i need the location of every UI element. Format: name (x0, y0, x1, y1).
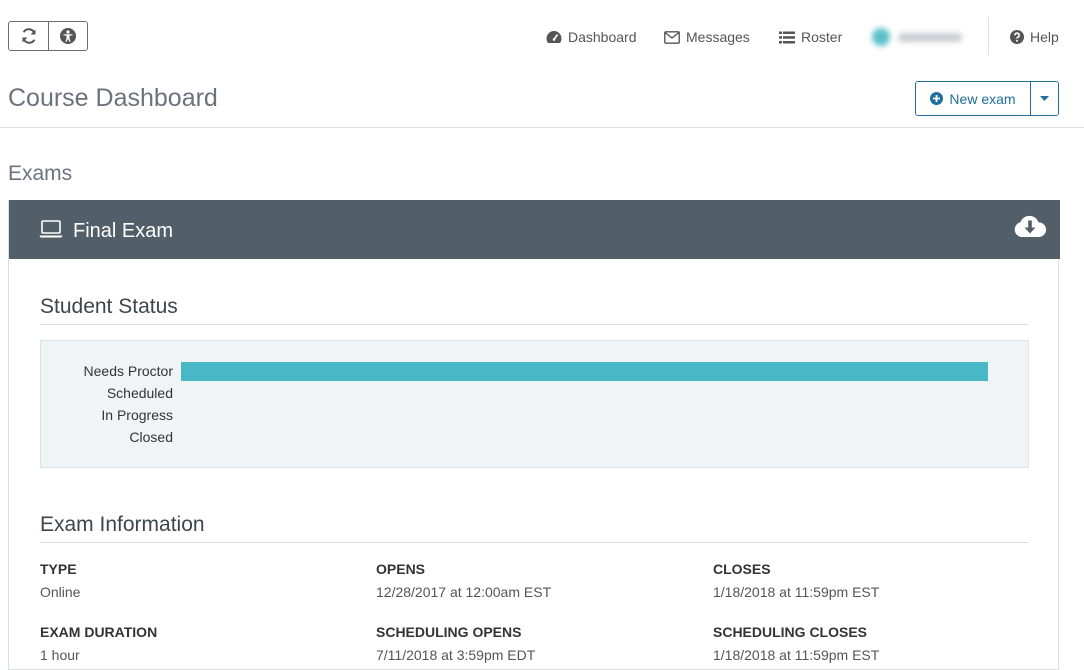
top-bar: Dashboard Messages Roster Help (0, 0, 1084, 72)
status-label: Scheduled (106, 385, 173, 401)
dashboard-icon (546, 31, 562, 43)
info-key: SCHEDULING OPENS (376, 624, 522, 640)
accessibility-button[interactable] (48, 22, 87, 50)
nav-messages-label: Messages (686, 29, 750, 45)
info-value: 7/11/2018 at 3:59pm EDT (376, 647, 536, 663)
info-scheduling-closes: SCHEDULING CLOSES 1/18/2018 at 11:59pm E… (713, 624, 879, 663)
info-closes: CLOSES 1/18/2018 at 11:59pm EST (713, 561, 879, 600)
avatar (872, 28, 890, 46)
info-value: 12/28/2017 at 12:00am EST (376, 584, 552, 600)
info-key: CLOSES (713, 561, 771, 577)
nav-help-label: Help (1030, 29, 1059, 45)
exam-panel-header: Final Exam (9, 200, 1060, 259)
info-key: TYPE (40, 561, 77, 577)
nav-divider (988, 17, 989, 55)
info-value: Online (40, 584, 81, 600)
page-title: Course Dashboard (8, 84, 218, 112)
status-row-needs-proctor: Needs Proctor (41, 360, 1030, 382)
exam-title: Final Exam (73, 220, 174, 242)
student-status-heading: Student Status (40, 295, 178, 318)
nav-dashboard-label: Dashboard (568, 29, 637, 45)
laptop-icon (39, 220, 63, 238)
new-exam-dropdown-toggle[interactable] (1030, 82, 1058, 115)
status-row-scheduled: Scheduled (41, 382, 1030, 404)
exam-info-divider (40, 542, 1029, 543)
tool-button-group (8, 21, 88, 51)
new-exam-button-group: New exam (915, 81, 1059, 116)
info-scheduling-opens: SCHEDULING OPENS 7/11/2018 at 3:59pm EDT (376, 624, 535, 663)
exam-panel: Final Exam Student Status Needs Proctor … (8, 200, 1060, 670)
accessibility-icon (60, 28, 76, 44)
student-status-chart: Needs Proctor Scheduled In Progress Clos… (40, 340, 1029, 468)
nav-roster[interactable]: Roster (779, 21, 842, 53)
info-value: 1/18/2018 at 11:59pm EST (713, 647, 880, 663)
envelope-icon (664, 30, 680, 44)
status-label: Closed (129, 429, 173, 445)
status-row-closed: Closed (41, 426, 1030, 448)
info-type: TYPE Online (40, 561, 80, 600)
new-exam-button[interactable]: New exam (916, 82, 1030, 115)
info-opens: OPENS 12/28/2017 at 12:00am EST (376, 561, 551, 600)
header-divider (0, 127, 1084, 128)
plus-circle-icon (930, 92, 944, 105)
info-key: OPENS (376, 561, 426, 577)
status-row-in-progress: In Progress (41, 404, 1030, 426)
student-status-divider (40, 324, 1029, 325)
user-name-redacted (898, 32, 962, 42)
refresh-button[interactable] (9, 22, 48, 50)
info-key: SCHEDULING CLOSES (713, 624, 868, 640)
status-bar (181, 362, 988, 381)
new-exam-label: New exam (949, 90, 1016, 107)
status-label: In Progress (101, 407, 173, 423)
nav-dashboard[interactable]: Dashboard (546, 21, 637, 53)
info-value: 1/18/2018 at 11:59pm EST (713, 584, 880, 600)
list-icon (779, 31, 795, 43)
info-key: EXAM DURATION (40, 624, 158, 640)
status-label: Needs Proctor (83, 363, 173, 379)
exam-info-heading: Exam Information (40, 513, 205, 536)
nav-roster-label: Roster (801, 29, 843, 45)
nav-help[interactable]: Help (1010, 21, 1059, 53)
refresh-icon (22, 28, 35, 44)
user-menu[interactable] (872, 26, 968, 48)
info-value: 1 hour (40, 647, 80, 663)
question-circle-icon (1010, 30, 1024, 44)
nav-messages[interactable]: Messages (664, 21, 750, 53)
cloud-download-icon[interactable] (1014, 214, 1046, 238)
caret-down-icon (1040, 96, 1049, 101)
info-exam-duration: EXAM DURATION 1 hour (40, 624, 157, 663)
exams-section-label: Exams (8, 162, 73, 185)
